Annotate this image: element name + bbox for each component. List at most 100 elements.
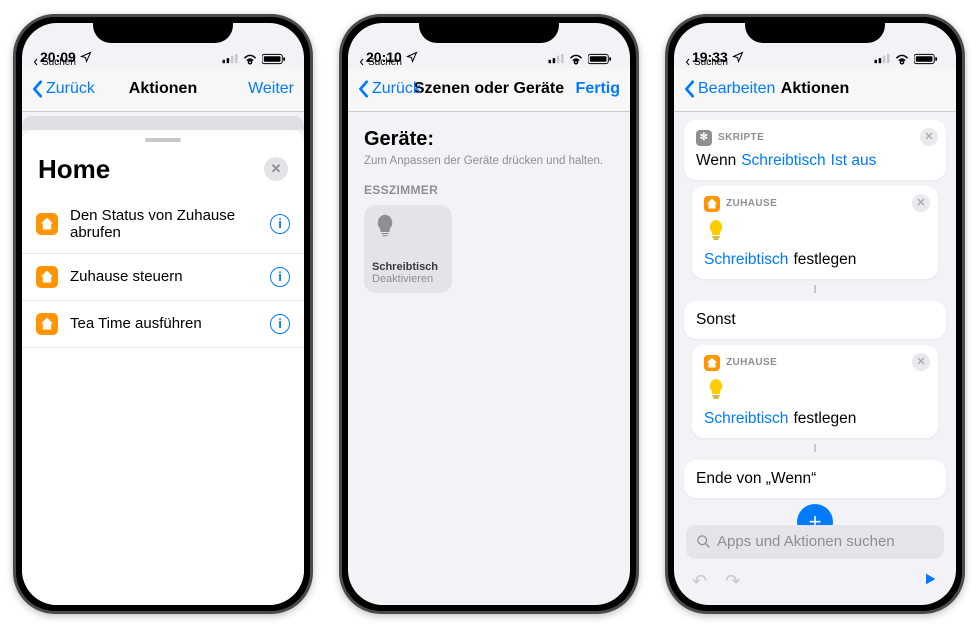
close-icon[interactable]: ✕ (264, 157, 288, 181)
sheet-grabber[interactable] (145, 138, 181, 142)
battery-icon (588, 53, 612, 65)
undo-icon[interactable]: ↶ (692, 571, 707, 592)
script-else-card[interactable]: Sonst (684, 301, 946, 339)
bottom-toolbar: Apps und Aktionen suchen ↶ ↷ (674, 525, 956, 605)
screen: 20:09 Suchen Zurück Aktionen Weiter (22, 23, 304, 605)
search-icon (696, 534, 711, 549)
location-icon (406, 51, 418, 63)
list-item-label: Zuhause steuern (70, 268, 258, 285)
backapp-label: Suchen (694, 57, 728, 68)
info-icon[interactable]: i (270, 214, 290, 234)
section-heading: Geräte: (364, 128, 614, 151)
list-item-label: Tea Time ausführen (70, 315, 258, 332)
signal-icon (222, 54, 238, 64)
if-variable[interactable]: Schreibtisch (741, 152, 825, 170)
nav-back-label: Zurück (46, 80, 95, 98)
if-condition[interactable]: Ist aus (831, 152, 877, 170)
nav-back[interactable]: Zurück (32, 80, 95, 98)
wifi-icon (242, 53, 258, 65)
search-placeholder: Apps und Aktionen suchen (717, 533, 895, 550)
notch (419, 17, 559, 43)
status-right (548, 53, 612, 65)
action-device[interactable]: Schreibtisch (704, 251, 788, 269)
bulb-icon (704, 218, 728, 242)
device-tile[interactable]: Schreibtisch Deaktivieren (364, 205, 452, 293)
bulb-icon (372, 213, 398, 239)
sheet-header: Home ✕ (22, 154, 304, 195)
backapp-label: Suchen (368, 57, 402, 68)
nav-back[interactable]: Bearbeiten (684, 80, 775, 98)
phone-1: 20:09 Suchen Zurück Aktionen Weiter (13, 14, 313, 614)
home-app-icon (36, 213, 58, 235)
battery-icon (262, 53, 286, 65)
action-verb: festlegen (793, 410, 856, 428)
nav-back-label: Zurück (372, 80, 421, 98)
list-item-label: Den Status von Zuhause abrufen (70, 207, 258, 241)
home-app-icon (704, 355, 720, 371)
actions-sheet: Home ✕ Den Status von Zuhause abrufen i … (22, 130, 304, 605)
content: Home ✕ Den Status von Zuhause abrufen i … (22, 112, 304, 605)
info-icon[interactable]: i (270, 267, 290, 287)
card-head: Zuhause (704, 355, 926, 371)
card-head-label: Skripte (718, 132, 764, 143)
nav-back-label: Bearbeiten (698, 80, 775, 98)
connector-line (674, 285, 956, 293)
notch (745, 17, 885, 43)
navbar: Bearbeiten Aktionen (674, 68, 956, 112)
run-button[interactable] (922, 571, 938, 592)
phone-3: 19:33 Suchen Bearbeiten Aktionen (665, 14, 965, 614)
info-icon[interactable]: i (270, 314, 290, 334)
close-icon[interactable]: ✕ (920, 128, 938, 146)
content: ✻ Skripte ✕ Wenn Schreibtisch Ist aus Zu… (674, 112, 956, 605)
device-state: Deaktivieren (372, 273, 444, 285)
search-input[interactable]: Apps und Aktionen suchen (686, 525, 944, 559)
location-icon (732, 51, 744, 63)
phone-2: 20:10 Suchen Zurück Szenen oder Geräte F… (339, 14, 639, 614)
close-icon[interactable]: ✕ (912, 353, 930, 371)
wifi-icon (894, 53, 910, 65)
backapp-label: Suchen (42, 57, 76, 68)
list-item[interactable]: Tea Time ausführen i (22, 301, 304, 348)
home-app-icon (36, 313, 58, 335)
card-head-label: Zuhause (726, 357, 777, 368)
home-action-card[interactable]: Zuhause ✕ Schreibtisch festlegen (692, 345, 938, 438)
nav-done[interactable]: Fertig (576, 80, 620, 98)
wifi-icon (568, 53, 584, 65)
undo-redo-group: ↶ ↷ (692, 571, 740, 592)
home-action-card[interactable]: Zuhause ✕ Schreibtisch festlegen (692, 186, 938, 279)
home-app-icon (36, 266, 58, 288)
status-right (874, 53, 938, 65)
device-name: Schreibtisch (372, 261, 444, 273)
bulb-icon (704, 377, 728, 401)
else-keyword: Sonst (696, 311, 736, 329)
connector-line (674, 444, 956, 452)
if-keyword: Wenn (696, 152, 736, 170)
nav-next[interactable]: Weiter (248, 80, 294, 98)
script-if-card[interactable]: ✻ Skripte ✕ Wenn Schreibtisch Ist aus (684, 120, 946, 180)
card-head: ✻ Skripte (696, 130, 934, 146)
nav-back[interactable]: Zurück (358, 80, 421, 98)
status-right (222, 53, 286, 65)
signal-icon (874, 54, 890, 64)
card-head-label: Zuhause (726, 198, 777, 209)
section-hint: Zum Anpassen der Geräte drücken und halt… (364, 155, 614, 167)
nav-done-label: Fertig (576, 80, 620, 98)
notch (93, 17, 233, 43)
screen: 19:33 Suchen Bearbeiten Aktionen (674, 23, 956, 605)
battery-icon (914, 53, 938, 65)
screen: 20:10 Suchen Zurück Szenen oder Geräte F… (348, 23, 630, 605)
list-item[interactable]: Den Status von Zuhause abrufen i (22, 195, 304, 254)
sheet-title: Home (38, 154, 110, 185)
card-head: Zuhause (704, 196, 926, 212)
home-app-icon (704, 196, 720, 212)
action-device[interactable]: Schreibtisch (704, 410, 788, 428)
navbar: Zurück Szenen oder Geräte Fertig (348, 68, 630, 112)
sheet-backdrop (22, 116, 304, 130)
room-label: ESSZIMMER (364, 183, 614, 197)
script-endif-card[interactable]: Ende von „Wenn“ (684, 460, 946, 498)
location-icon (80, 51, 92, 63)
gear-icon: ✻ (696, 130, 712, 146)
close-icon[interactable]: ✕ (912, 194, 930, 212)
list-item[interactable]: Zuhause steuern i (22, 254, 304, 301)
redo-icon[interactable]: ↷ (725, 571, 740, 592)
